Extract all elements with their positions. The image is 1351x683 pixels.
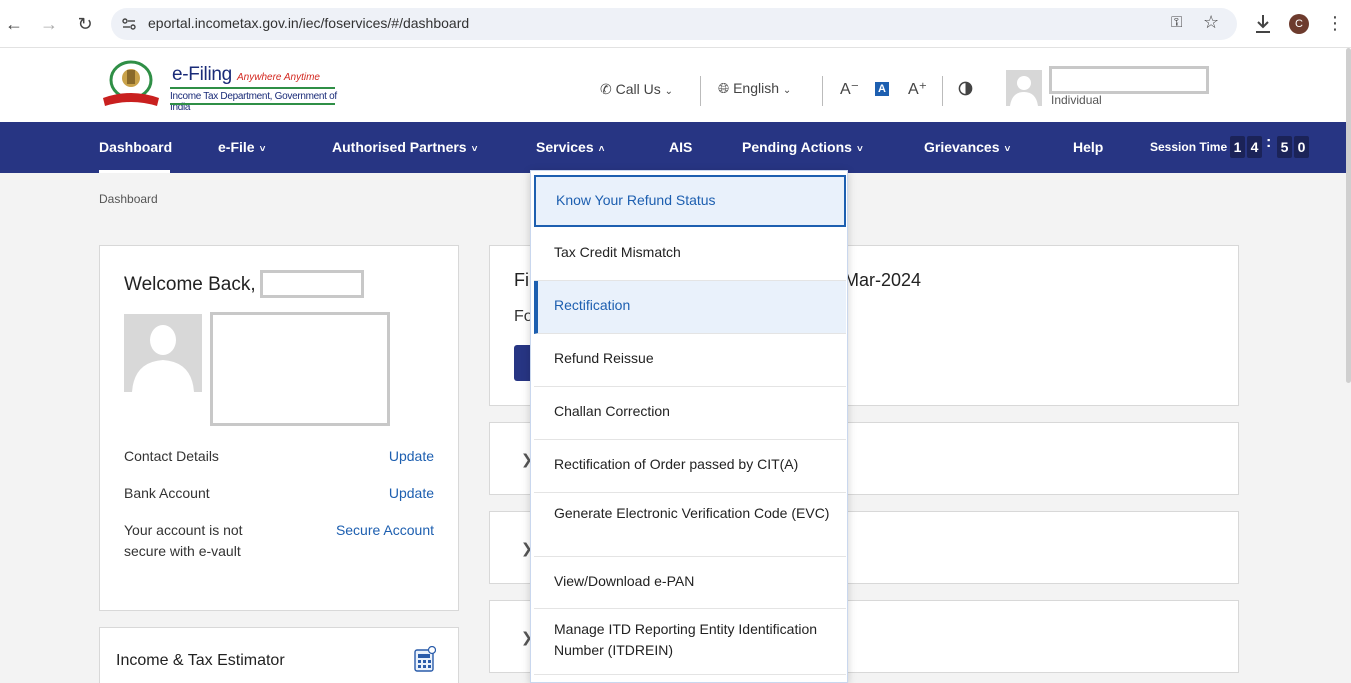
menu-item-know-refund-status[interactable]: Know Your Refund Status: [534, 175, 846, 227]
menu-item-refund-reissue[interactable]: Refund Reissue: [534, 334, 846, 387]
header-divider: [942, 76, 943, 106]
back-arrow-icon[interactable]: ←: [3, 13, 25, 35]
session-digit: 4: [1247, 136, 1262, 158]
calculator-icon: [414, 646, 436, 672]
menu-item-challan-correction[interactable]: Challan Correction: [534, 387, 846, 440]
user-name-redacted: [260, 270, 364, 298]
language-dropdown[interactable]: 🌐︎ English ⌄: [718, 80, 791, 97]
nav-grievances[interactable]: Grievances ˅: [924, 139, 1010, 155]
income-tax-emblem-icon: [103, 60, 159, 106]
nav-active-indicator: [99, 170, 170, 173]
phone-icon: ✆: [600, 81, 612, 97]
site-header: e-Filing Anywhere Anytime Income Tax Dep…: [0, 48, 1351, 122]
welcome-title: Welcome Back,: [124, 274, 256, 295]
reload-icon[interactable]: ↻: [74, 13, 96, 35]
header-divider: [700, 76, 701, 106]
contrast-icon[interactable]: [958, 81, 973, 96]
download-icon[interactable]: [1252, 12, 1274, 36]
language-label: English: [733, 80, 780, 96]
site-info-icon[interactable]: [121, 16, 137, 32]
brand-tagline: Anywhere Anytime: [237, 72, 320, 83]
forward-arrow-icon[interactable]: →: [38, 13, 60, 35]
evault-status-label: Your account is not secure with e-vault: [124, 522, 243, 559]
page-scrollbar[interactable]: [1346, 48, 1351, 383]
menu-kebab-icon[interactable]: ⋮: [1326, 12, 1344, 34]
user-avatar[interactable]: [1006, 70, 1042, 106]
chevron-down-icon: ˅: [259, 144, 266, 155]
user-details-redacted: [210, 312, 390, 426]
session-colon: :: [1266, 134, 1272, 151]
font-decrease-button[interactable]: A⁻: [840, 79, 859, 99]
main-navigation: Dashboard e-File ˅ Authorised Partners ˅ S…: [0, 122, 1351, 173]
password-key-icon[interactable]: ⚿: [1171, 14, 1182, 31]
logo-divider: [170, 87, 335, 89]
call-us-label: Call Us: [615, 81, 661, 97]
breadcrumb[interactable]: Dashboard: [99, 192, 158, 206]
user-type: Individual: [1051, 93, 1102, 107]
logo-divider: [170, 103, 335, 105]
estimator-title: Income & Tax Estimator: [116, 652, 285, 669]
call-us-dropdown[interactable]: ✆ Call Us ⌄: [600, 81, 673, 98]
chevron-down-icon: ˅: [1004, 144, 1011, 155]
header-divider: [822, 76, 823, 106]
chevron-down-icon: ⌄: [782, 85, 792, 96]
secure-account-link[interactable]: Secure Account: [336, 522, 434, 538]
department-name: Income Tax Department, Government of Ind…: [170, 91, 337, 113]
font-increase-button[interactable]: A⁺: [908, 79, 927, 99]
income-tax-estimator-card[interactable]: Income & Tax Estimator: [99, 627, 459, 683]
filing-title-end: Mar-2024: [844, 270, 922, 290]
brand-name: e-Filing: [172, 64, 232, 85]
nav-help[interactable]: Help: [1073, 139, 1103, 155]
nav-services[interactable]: Services ˄: [536, 139, 604, 155]
session-time-label: Session Time: [1150, 140, 1228, 154]
font-normal-button[interactable]: A: [875, 82, 889, 96]
url-text[interactable]: eportal.incometax.gov.in/iec/foservices/…: [148, 15, 469, 31]
bank-account-label: Bank Account: [124, 485, 210, 501]
session-digit: 0: [1294, 136, 1309, 158]
profile-photo: [124, 314, 202, 392]
session-digit: 1: [1230, 136, 1245, 158]
menu-item-manage-itdrein[interactable]: Manage ITD Reporting Entity Identificati…: [534, 609, 846, 675]
chevron-down-icon: ⌄: [664, 86, 674, 97]
user-silhouette-icon: [132, 325, 194, 392]
menu-item-rectification[interactable]: Rectification: [534, 281, 846, 334]
update-contact-link[interactable]: Update: [389, 448, 434, 464]
session-digit: 5: [1277, 136, 1292, 158]
user-name-redacted[interactable]: [1049, 66, 1209, 94]
browser-toolbar: ← → ↻ eportal.incometax.gov.in/iec/foser…: [0, 0, 1351, 48]
address-bar[interactable]: eportal.incometax.gov.in/iec/foservices/…: [111, 8, 1237, 40]
nav-efile[interactable]: e-File ˅: [218, 139, 265, 155]
nav-ais[interactable]: AIS: [669, 139, 692, 155]
contact-details-label: Contact Details: [124, 448, 219, 464]
menu-item-generate-evc[interactable]: Generate Electronic Verification Code (E…: [534, 493, 846, 557]
globe-icon: 🌐︎: [718, 80, 730, 96]
chevron-down-icon: ˅: [471, 144, 478, 155]
profile-avatar[interactable]: C: [1289, 14, 1309, 34]
nav-pending-actions[interactable]: Pending Actions ˅: [742, 139, 863, 155]
menu-item-tax-credit-mismatch[interactable]: Tax Credit Mismatch: [534, 228, 846, 281]
chevron-down-icon: ˅: [856, 144, 863, 155]
services-dropdown-menu: Know Your Refund Status Tax Credit Misma…: [530, 170, 848, 683]
efiling-logo[interactable]: e-Filing Anywhere Anytime Income Tax Dep…: [99, 58, 339, 113]
bookmark-star-icon[interactable]: ☆: [1203, 12, 1219, 33]
menu-item-rectification-cit[interactable]: Rectification of Order passed by CIT(A): [534, 440, 846, 493]
update-bank-link[interactable]: Update: [389, 485, 434, 501]
welcome-card: Welcome Back, Contact Details Update Ban…: [99, 245, 459, 611]
nav-authorised-partners[interactable]: Authorised Partners ˅: [332, 139, 477, 155]
chevron-up-icon: ˄: [598, 144, 605, 155]
menu-item-download-epan[interactable]: View/Download e-PAN: [534, 557, 846, 609]
nav-dashboard[interactable]: Dashboard: [99, 139, 172, 155]
user-silhouette-icon: [1010, 76, 1038, 106]
